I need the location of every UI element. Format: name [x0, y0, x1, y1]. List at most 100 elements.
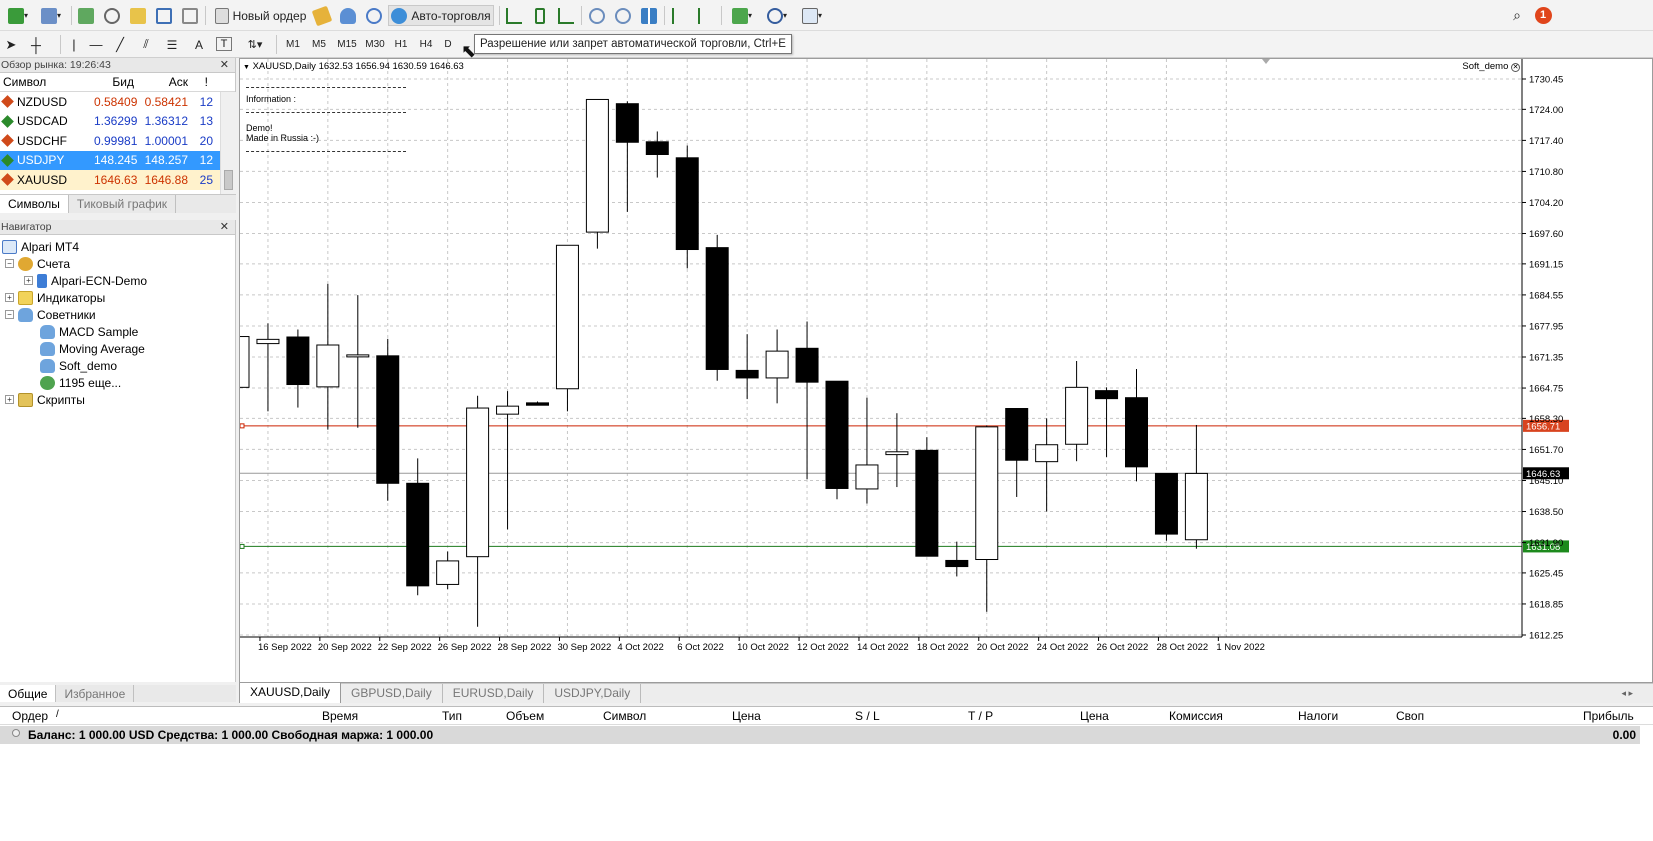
y-tick-label: 1651.70: [1529, 445, 1563, 456]
nav-experts[interactable]: − Советники: [5, 306, 96, 323]
chart-tab-eurusd[interactable]: EURUSD,Daily: [443, 684, 545, 703]
chart-menu-icon[interactable]: ▼: [243, 64, 250, 71]
price-chart[interactable]: 1656.711646.631631.08 1730.45 1724.00 1717…: [240, 59, 1653, 684]
expand-icon[interactable]: +: [5, 395, 14, 404]
chart-tab-usdjpy[interactable]: USDJPY,Daily: [544, 684, 642, 703]
text-tool[interactable]: A: [192, 35, 206, 54]
chart-tabs-scroll[interactable]: ◂ ▸: [1621, 684, 1653, 703]
balance-row[interactable]: Баланс: 1 000.00 USD Средства: 1 000.00 …: [0, 726, 1640, 744]
col-taxes[interactable]: Налоги: [1298, 709, 1338, 723]
market-watch-row[interactable]: USDCHF 0.99981 1.00001 20: [0, 131, 235, 151]
market-watch-scrollbar[interactable]: ▼: [220, 92, 236, 210]
nav-scripts[interactable]: + Скрипты: [5, 391, 85, 408]
tab-symbols[interactable]: Символы: [0, 195, 69, 213]
market-watch-row[interactable]: XAUUSD 1646.63 1646.88 25: [0, 170, 235, 190]
close-icon[interactable]: ✕: [220, 58, 229, 72]
column-spread[interactable]: !: [188, 75, 216, 89]
collapse-icon[interactable]: −: [5, 310, 14, 319]
zoom-in-button[interactable]: [587, 5, 607, 26]
vertical-line-tool[interactable]: |: [68, 35, 80, 54]
periods-button[interactable]: ▾: [762, 5, 792, 26]
nav-expert-more[interactable]: 1195 еще...: [40, 374, 121, 391]
crosshair-tool[interactable]: ┼: [28, 35, 44, 54]
tab-favorites[interactable]: Избранное: [56, 685, 135, 702]
terminal-button[interactable]: [154, 5, 174, 26]
market-watch-row[interactable]: USDCAD 1.36299 1.36312 13: [0, 112, 235, 132]
search-button[interactable]: ⌕: [1508, 5, 1526, 26]
market-watch-button[interactable]: [76, 5, 96, 26]
nav-expert-moving-average[interactable]: Moving Average: [40, 340, 145, 357]
tab-common[interactable]: Общие: [0, 685, 57, 702]
col-commission[interactable]: Комиссия: [1169, 709, 1223, 723]
timeframe-d1[interactable]: D: [441, 35, 455, 54]
new-order-button[interactable]: Новый ордер: [212, 5, 309, 26]
collapse-icon[interactable]: −: [5, 259, 14, 268]
bar-chart-button[interactable]: [504, 5, 524, 26]
nav-root[interactable]: Alpari MT4: [2, 238, 79, 255]
col-swap[interactable]: Своп: [1396, 709, 1424, 723]
navigator-button[interactable]: [128, 5, 148, 26]
nav-accounts[interactable]: − Счета: [5, 255, 70, 272]
new-chart-button[interactable]: ▾: [3, 5, 33, 26]
nav-account-item[interactable]: + Alpari-ECN-Demo: [24, 272, 147, 289]
col-order[interactable]: Ордер: [12, 709, 48, 723]
trendline-tool[interactable]: ╱: [112, 35, 128, 54]
market-watch-row[interactable]: NZDUSD 0.58409 0.58421 12: [0, 92, 235, 112]
col-tp[interactable]: T / P: [968, 709, 993, 723]
timeframe-m15[interactable]: M15: [334, 35, 360, 54]
arrows-tool[interactable]: ⇅▾: [242, 35, 268, 54]
market-button[interactable]: [364, 5, 384, 26]
nav-indicators[interactable]: + Индикаторы: [5, 289, 105, 306]
fibonacci-tool[interactable]: ☰: [164, 35, 180, 54]
chart-window[interactable]: 1656.71 1646.63 1631.08 1730.45 1724.00 1717…: [239, 58, 1653, 683]
expand-icon[interactable]: +: [24, 276, 33, 285]
line-chart-button[interactable]: [556, 5, 576, 26]
y-tick-label: 1612.25: [1529, 631, 1563, 642]
chart-tab-gbpusd[interactable]: GBPUSD,Daily: [341, 684, 443, 703]
cursor-tool[interactable]: ➤: [4, 35, 18, 54]
auto-trading-button[interactable]: Авто-торговля: [388, 5, 494, 26]
horizontal-line-tool[interactable]: —: [88, 35, 104, 54]
timeframe-m1[interactable]: M1: [282, 35, 304, 54]
close-icon[interactable]: ✕: [220, 220, 229, 234]
scrollbar-thumb[interactable]: [224, 170, 233, 190]
templates-button[interactable]: ▾: [797, 5, 827, 26]
profiles-button[interactable]: ▾: [36, 5, 66, 26]
column-bid[interactable]: Бид: [94, 75, 134, 89]
timeframe-h1[interactable]: H1: [390, 35, 412, 54]
nav-expert-macd[interactable]: MACD Sample: [40, 323, 138, 340]
col-time[interactable]: Время: [322, 709, 358, 723]
col-volume[interactable]: Объем: [506, 709, 544, 723]
chart-shift-button[interactable]: [670, 5, 690, 26]
nav-accounts-label: Счета: [37, 256, 71, 271]
strategy-tester-button[interactable]: [180, 5, 200, 26]
metaeditor-button[interactable]: [311, 5, 333, 26]
column-symbol[interactable]: Символ: [0, 75, 94, 89]
autoscroll-button[interactable]: [696, 5, 716, 26]
channel-tool[interactable]: ⫽: [138, 35, 154, 54]
expand-icon[interactable]: +: [5, 293, 14, 302]
text-label-tool[interactable]: T: [216, 37, 232, 51]
col-profit[interactable]: Прибыль: [1583, 709, 1634, 723]
tab-tick-chart[interactable]: Тиковый график: [69, 195, 177, 213]
col-price[interactable]: Цена: [732, 709, 761, 723]
col-sl[interactable]: S / L: [855, 709, 880, 723]
col-type[interactable]: Тип: [442, 709, 462, 723]
signals-button[interactable]: [338, 5, 358, 26]
candlestick-chart-button[interactable]: [530, 5, 550, 26]
timeframe-m30[interactable]: M30: [362, 35, 388, 54]
market-watch-row[interactable]: USDJPY 148.245 148.257 12: [0, 150, 235, 170]
col-symbol[interactable]: Символ: [603, 709, 646, 723]
column-ask[interactable]: Аск: [134, 75, 188, 89]
timeframe-h4[interactable]: H4: [415, 35, 437, 54]
indicators-button[interactable]: ▾: [727, 5, 757, 26]
chart-tab-xauusd[interactable]: XAUUSD,Daily: [239, 683, 342, 703]
timeframe-m5[interactable]: M5: [308, 35, 330, 54]
notifications-button[interactable]: 1: [1532, 5, 1554, 26]
nav-expert-soft-demo[interactable]: Soft_demo: [40, 357, 117, 374]
experts-folder-icon: [18, 307, 33, 322]
tile-windows-button[interactable]: [639, 5, 659, 26]
zoom-out-button[interactable]: [613, 5, 633, 26]
col-price-current[interactable]: Цена: [1080, 709, 1109, 723]
data-window-button[interactable]: [102, 5, 122, 26]
